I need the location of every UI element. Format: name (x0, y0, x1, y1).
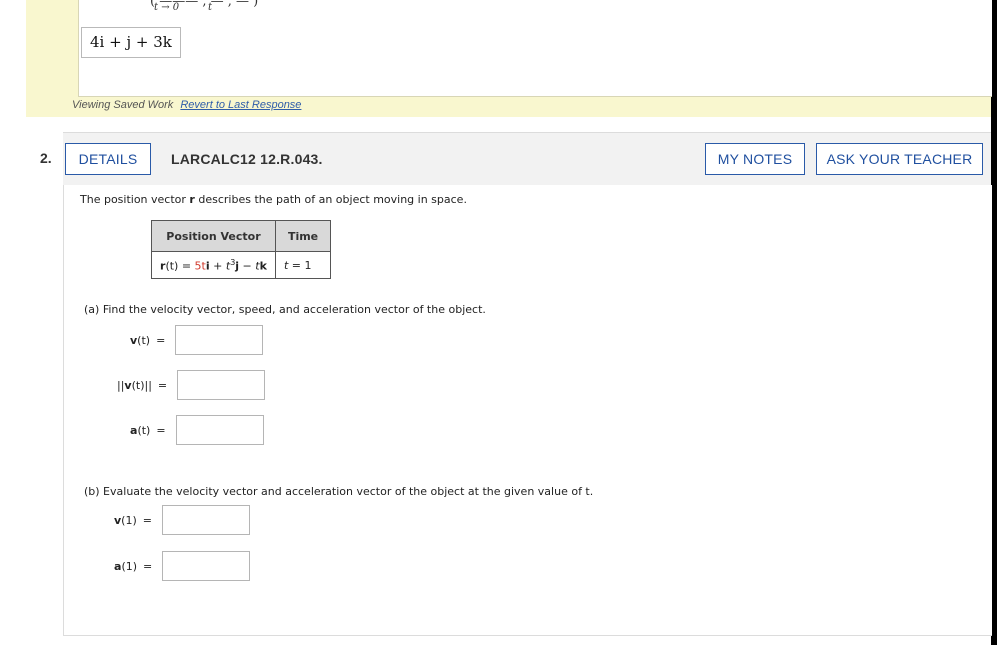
velocity-at-1-label: v(1) (114, 514, 137, 527)
part-a-prompt: (a) Find the velocity vector, speed, and… (84, 303, 486, 316)
intro-text-2: describes the path of an object moving i… (194, 193, 467, 206)
speed-row: ||v(t)|| = (117, 370, 266, 400)
unit-k: k (259, 259, 267, 273)
equals-sign: = (142, 513, 152, 527)
previous-answer-box: 4i + j + 3k (81, 27, 181, 58)
question-body: The position vector r describes the path… (63, 185, 992, 636)
acceleration-input-field[interactable] (176, 416, 263, 444)
velocity-row: v(t) = (130, 325, 264, 355)
acceleration-at-1-arg: (1) (121, 559, 138, 573)
question-number: 2. (40, 150, 52, 166)
limit-expression-fragment: ( ——— , — , — ) t → 0 t (150, 0, 258, 13)
limit-denominator: t (208, 2, 213, 13)
acceleration-arg: (t) (137, 423, 151, 437)
velocity-at-1-row: v(1) = (114, 505, 250, 535)
velocity-at-1-input[interactable] (161, 505, 250, 535)
limit-under-text: t → 0 (154, 2, 180, 13)
acceleration-row: a(t) = (130, 415, 264, 445)
speed-input[interactable] (177, 370, 266, 400)
question-header: DETAILS LARCALC12 12.R.043. MY NOTES ASK… (63, 132, 991, 186)
table-header-position-vector: Position Vector (151, 220, 276, 252)
speed-arg: (t) (131, 378, 145, 392)
velocity-arg: (t) (137, 333, 151, 347)
position-vector-cell: r(t) = 5ti + t3j − tk (151, 251, 276, 279)
equals-sign: = (156, 333, 166, 347)
equals-sign: = (156, 423, 166, 437)
my-notes-button[interactable]: MY NOTES (705, 143, 805, 175)
acceleration-at-1-input-field[interactable] (163, 552, 250, 580)
acceleration-at-1-label: a(1) (114, 560, 137, 573)
velocity-label: v(t) (130, 334, 150, 347)
acceleration-at-1-row: a(1) = (114, 551, 251, 581)
revert-link[interactable]: Revert to Last Response (180, 99, 301, 111)
previous-answer-area (78, 0, 992, 97)
equals-sign: = (143, 559, 153, 573)
r-arg: (t) = (165, 259, 195, 273)
saved-work-text: Viewing Saved Work (72, 99, 174, 111)
speed-post: || (144, 378, 152, 392)
r-coef-i: 5t (194, 259, 206, 273)
time-cell: t = 1 (274, 251, 332, 279)
ask-your-teacher-button[interactable]: ASK YOUR TEACHER (816, 143, 983, 175)
intro-text-1: The position vector (80, 193, 190, 206)
acceleration-label: a(t) (130, 424, 150, 437)
details-button[interactable]: DETAILS (65, 143, 151, 175)
position-vector-table: Position Vector Time r(t) = 5ti + t3j − … (151, 220, 332, 279)
speed-input-field[interactable] (178, 371, 265, 399)
question-id: LARCALC12 12.R.043. (171, 151, 323, 167)
equals-sign: = (157, 378, 168, 392)
time-value: = 1 (288, 258, 312, 272)
speed-label: ||v(t)|| (117, 379, 152, 392)
acceleration-at-1-input[interactable] (162, 551, 251, 581)
part-b-prompt: (b) Evaluate the velocity vector and acc… (84, 485, 594, 498)
speed-symbol: v (124, 378, 132, 392)
minus-sign: − (239, 259, 256, 273)
table-header-time: Time (274, 220, 332, 252)
velocity-input-field[interactable] (176, 326, 263, 354)
acceleration-input[interactable] (175, 415, 264, 445)
question-intro: The position vector r describes the path… (80, 193, 467, 206)
plus-sign: + (209, 259, 226, 273)
velocity-input[interactable] (175, 325, 264, 355)
velocity-at-1-arg: (1) (121, 513, 137, 527)
velocity-at-1-input-field[interactable] (162, 506, 249, 534)
saved-work-notice: Viewing Saved Work Revert to Last Respon… (72, 99, 301, 111)
